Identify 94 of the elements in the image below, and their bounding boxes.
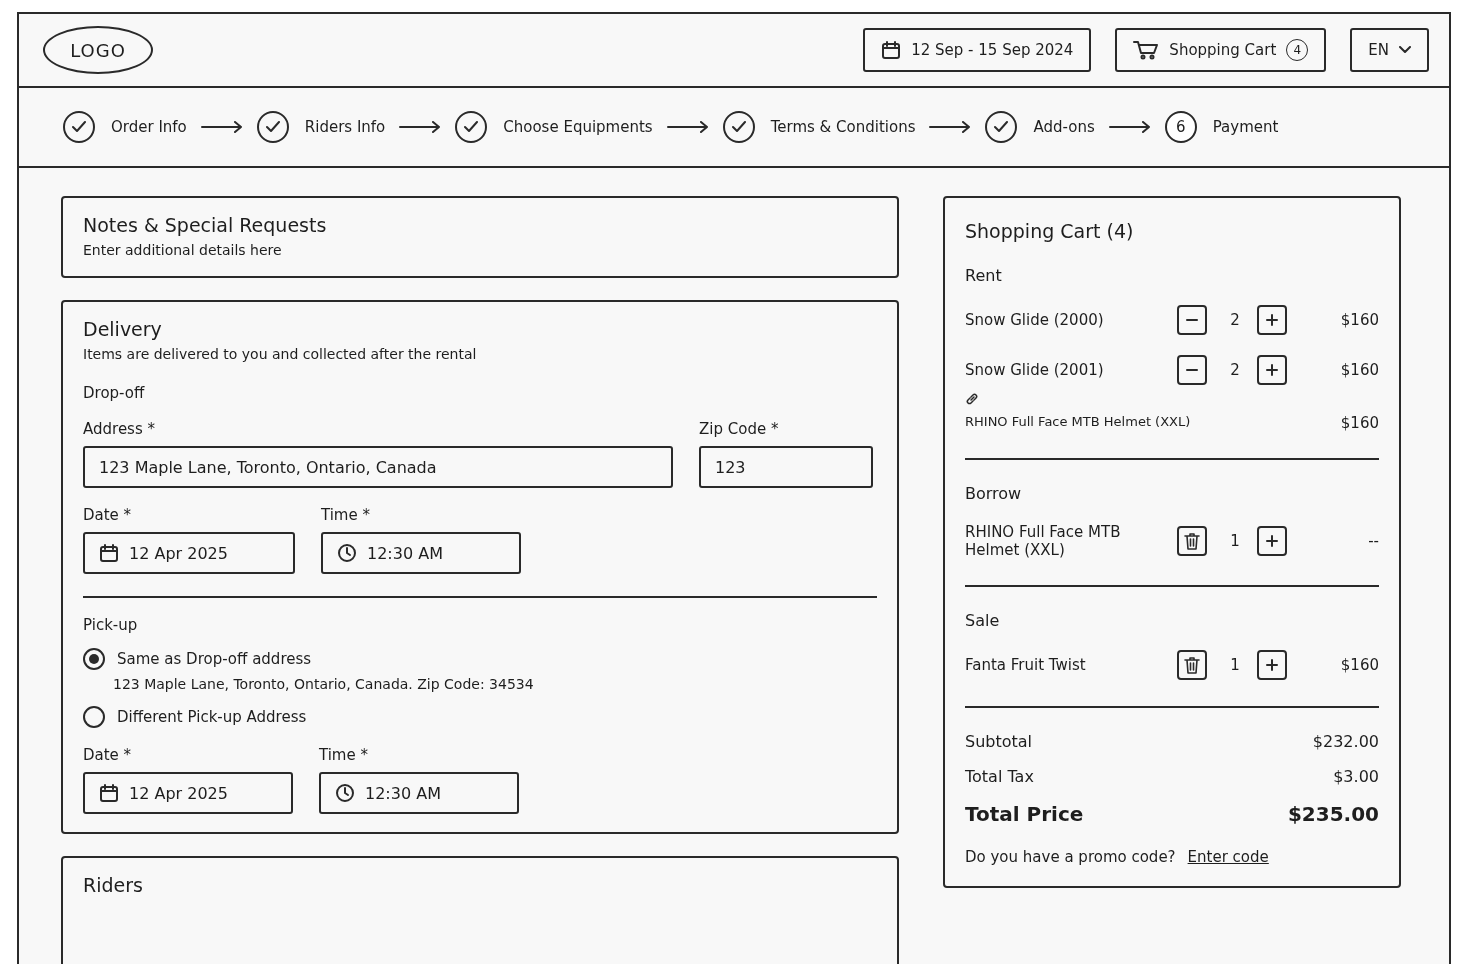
- plus-icon: [1265, 658, 1279, 672]
- item-name: RHINO Full Face MTB Helmet (XXL): [965, 523, 1122, 559]
- date-range-button[interactable]: 12 Sep - 15 Sep 2024: [863, 28, 1092, 72]
- plus-icon: [1265, 363, 1279, 377]
- date-field[interactable]: 12 Apr 2025: [83, 772, 293, 814]
- item-price: $160: [1339, 311, 1379, 329]
- language-button[interactable]: EN: [1350, 28, 1429, 72]
- item-quantity: 2: [1229, 361, 1241, 379]
- arrow-icon: [200, 121, 243, 133]
- step-label[interactable]: Order Info: [111, 118, 187, 136]
- section-title: Drop-off: [83, 384, 146, 402]
- total-value: $232.00: [1312, 732, 1379, 751]
- time-field[interactable]: 12:30 AM: [321, 532, 521, 574]
- increase-button[interactable]: [1257, 305, 1287, 335]
- input-field[interactable]: 123 Maple Lane, Toronto, Ontario, Canada: [83, 446, 673, 488]
- item-name: Snow Glide (2000): [965, 311, 1105, 329]
- decrease-button[interactable]: [1177, 305, 1207, 335]
- total-label: Total Tax: [965, 767, 1034, 786]
- enter-code-link[interactable]: Enter code: [1187, 848, 1269, 866]
- field-label: Time *: [321, 506, 371, 524]
- total-label: Subtotal: [965, 732, 1033, 751]
- field-label: Date *: [83, 746, 133, 764]
- calendar-icon: [99, 783, 119, 803]
- clock-icon: [335, 783, 355, 803]
- checkmark-icon: [994, 121, 1009, 133]
- step-label[interactable]: Choose Equipments: [503, 118, 653, 136]
- checkmark-icon: [72, 121, 86, 133]
- section-title: Sale: [965, 611, 1001, 630]
- arrow-icon: [399, 121, 442, 133]
- section-title: Borrow: [965, 484, 1023, 503]
- radio-button[interactable]: [83, 648, 105, 670]
- item-quantity: 1: [1229, 532, 1241, 550]
- section-title: Rent: [965, 266, 1003, 285]
- delete-button[interactable]: [1177, 650, 1207, 680]
- step-label[interactable]: Payment: [1212, 118, 1279, 136]
- arrow-icon: [1108, 121, 1151, 133]
- total-value: $235.00: [1287, 802, 1379, 826]
- link-icon: [965, 392, 979, 406]
- checkmark-icon: [731, 121, 746, 133]
- increase-button[interactable]: [1257, 526, 1287, 556]
- plus-icon: [1265, 534, 1279, 548]
- step-label[interactable]: Add-ons: [1033, 118, 1095, 136]
- promo-text: Do you have a promo code?: [965, 848, 1176, 866]
- step-label[interactable]: Riders Info: [304, 118, 386, 136]
- item-price: --: [1367, 532, 1379, 550]
- item-name: Snow Glide (2001): [965, 361, 1105, 379]
- cart-icon: [1133, 40, 1160, 60]
- field-label: Address *: [83, 420, 156, 438]
- checkmark-icon: [265, 121, 280, 133]
- delete-button[interactable]: [1177, 526, 1207, 556]
- item-quantity: 2: [1229, 311, 1241, 329]
- decrease-button[interactable]: [1177, 355, 1207, 385]
- section-title: Pick-up: [83, 616, 139, 634]
- total-label: Total Price: [965, 802, 1084, 826]
- notes-placeholder: Enter additional details here: [83, 242, 283, 258]
- trash-icon: [1184, 656, 1200, 674]
- arrow-icon: [929, 121, 972, 133]
- clock-icon: [337, 543, 357, 563]
- item-price: $160: [1340, 414, 1379, 432]
- field-label: Time *: [319, 746, 369, 764]
- card-title: Riders: [83, 874, 144, 896]
- cart-button[interactable]: Shopping Cart 4: [1115, 28, 1327, 72]
- step-number: 6: [1164, 111, 1197, 143]
- cart-title: Shopping Cart (4): [965, 220, 1135, 242]
- total-value: $3.00: [1333, 767, 1379, 786]
- logo[interactable]: LOGO: [43, 26, 153, 74]
- radio-label: Same as Drop-off address: [117, 650, 312, 668]
- item-name: RHINO Full Face MTB Helmet (XXL): [965, 414, 1191, 431]
- notes-card[interactable]: Notes & Special Requests Enter additional details here: [61, 196, 899, 278]
- field-label: Date *: [83, 506, 133, 524]
- increase-button[interactable]: [1257, 355, 1287, 385]
- field-label: Zip Code *: [699, 420, 780, 438]
- increase-button[interactable]: [1257, 650, 1287, 680]
- card-subtitle: Items are delivered to you and collected after the rental: [83, 346, 478, 362]
- calendar-icon: [881, 40, 902, 60]
- item-name: Fanta Fruit Twist: [965, 656, 1087, 674]
- card-title: Notes & Special Requests: [83, 214, 328, 236]
- date-field[interactable]: 12 Apr 2025: [83, 532, 295, 574]
- step-label[interactable]: Terms & Conditions: [770, 118, 916, 136]
- item-price: $160: [1339, 656, 1379, 674]
- address-detail: 123 Maple Lane, Toronto, Ontario, Canada. Zip Code: 34534: [113, 676, 535, 692]
- card-title: Delivery: [83, 318, 163, 340]
- item-quantity: 1: [1229, 656, 1241, 674]
- checkmark-icon: [464, 121, 479, 133]
- time-field[interactable]: 12:30 AM: [319, 772, 519, 814]
- input-field[interactable]: 123: [699, 446, 873, 488]
- caret-icon: [1399, 46, 1411, 54]
- radio-button[interactable]: [83, 706, 105, 728]
- radio-label: Different Pick-up Address: [117, 708, 307, 726]
- item-price: $160: [1339, 361, 1379, 379]
- trash-icon: [1184, 532, 1200, 550]
- calendar-icon: [99, 543, 119, 563]
- arrow-icon: [666, 121, 709, 133]
- plus-icon: [1265, 313, 1279, 327]
